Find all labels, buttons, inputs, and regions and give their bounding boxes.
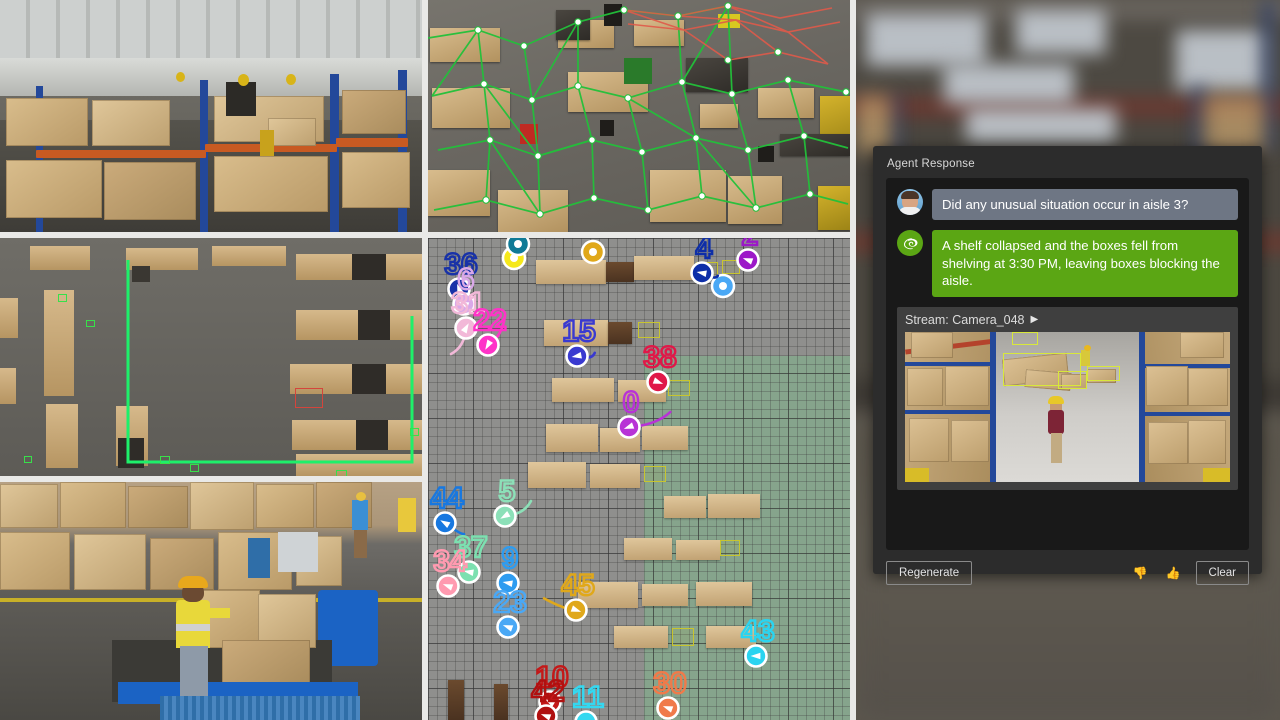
- tracking-pin[interactable]: 2: [736, 238, 760, 272]
- tracking-pin[interactable]: [580, 239, 606, 265]
- camera-feed-topdown-path[interactable]: [0, 238, 422, 476]
- track-id-label: 44: [430, 482, 464, 515]
- track-id-label: 0: [623, 386, 640, 419]
- track-id-label: 15: [562, 315, 595, 348]
- track-id-label: 30: [653, 667, 686, 700]
- track-id-label: 11: [572, 681, 604, 714]
- gutter-v2: [850, 0, 856, 720]
- clear-button[interactable]: Clear: [1195, 561, 1249, 585]
- user-message-bubble: Did any unusual situation occur in aisle…: [932, 189, 1238, 221]
- tracking-pin[interactable]: 4: [690, 238, 720, 285]
- stream-label: Stream: Camera_048: [905, 312, 1025, 327]
- track-id-label: 42: [531, 675, 564, 708]
- stream-card[interactable]: Stream: Camera_048 ▶: [897, 306, 1238, 490]
- user-avatar: [897, 189, 923, 215]
- panel-title: Agent Response: [887, 158, 975, 170]
- track-id-label: 45: [561, 569, 594, 602]
- detection-box: [1087, 366, 1120, 382]
- agent-response-panel: Agent Response Did any unusual situation…: [873, 146, 1262, 585]
- track-id-label: 5: [499, 475, 516, 508]
- action-button-bar: Regenerate 👎 👍 Clear: [886, 561, 1249, 585]
- track-id-label: 22: [473, 304, 506, 337]
- camera-feed-warehouse-interior[interactable]: [0, 0, 422, 232]
- tracking-pin[interactable]: 23: [492, 585, 528, 639]
- tracking-map-panel[interactable]: 366312215038424453734923454310421130: [428, 238, 850, 720]
- stream-header: Stream: Camera_048 ▶: [905, 313, 1230, 327]
- track-id-label: 43: [741, 615, 774, 648]
- tracking-pin[interactable]: 22: [472, 303, 508, 357]
- track-id-label: 2: [742, 238, 759, 252]
- thumbs-down-icon[interactable]: 👎: [1124, 566, 1157, 580]
- track-id-label: 34: [433, 545, 467, 578]
- thumbs-up-icon[interactable]: 👍: [1157, 566, 1190, 580]
- detection-box: [1057, 370, 1087, 389]
- tracking-pin[interactable]: 43: [740, 614, 776, 668]
- tracking-pin[interactable]: 38: [642, 340, 678, 394]
- agent-message-row: A shelf collapsed and the boxes fell fro…: [897, 230, 1238, 297]
- conversation-container: Did any unusual situation occur in aisle…: [886, 178, 1249, 550]
- tracking-pins-layer: 366312215038424453734923454310421130: [429, 238, 776, 720]
- tracking-pin[interactable]: [505, 238, 531, 257]
- camera-feed-forklift-worker[interactable]: [0, 482, 422, 720]
- play-icon[interactable]: ▶: [1031, 314, 1039, 325]
- track-id-label: 4: [696, 238, 713, 265]
- track-id-label: 23: [493, 586, 526, 619]
- regenerate-button[interactable]: Regenerate: [886, 561, 973, 585]
- nvidia-eye-icon: [897, 230, 923, 257]
- agent-message-bubble: A shelf collapsed and the boxes fell fro…: [932, 230, 1238, 297]
- tracking-pin[interactable]: 34: [432, 544, 468, 598]
- app-root: 366312215038424453734923454310421130 Age…: [0, 0, 1280, 720]
- track-id-label: 9: [502, 542, 519, 575]
- tracking-pin[interactable]: 44: [429, 481, 466, 536]
- tracking-pin[interactable]: 0: [617, 385, 672, 439]
- tracking-pin[interactable]: 45: [542, 568, 596, 622]
- tracking-pin[interactable]: 11: [571, 680, 605, 720]
- camera-feed-aerial-route-graph[interactable]: [428, 0, 850, 232]
- tracking-pin[interactable]: 30: [652, 666, 688, 720]
- detection-box: [1012, 331, 1039, 346]
- user-message-row: Did any unusual situation occur in aisle…: [897, 189, 1238, 221]
- stream-video-frame[interactable]: [905, 331, 1230, 482]
- tracking-pin[interactable]: 5: [493, 474, 533, 528]
- track-id-label: 38: [643, 341, 676, 374]
- tracking-pin[interactable]: 15: [561, 314, 597, 368]
- tracking-pin[interactable]: 42: [530, 674, 566, 720]
